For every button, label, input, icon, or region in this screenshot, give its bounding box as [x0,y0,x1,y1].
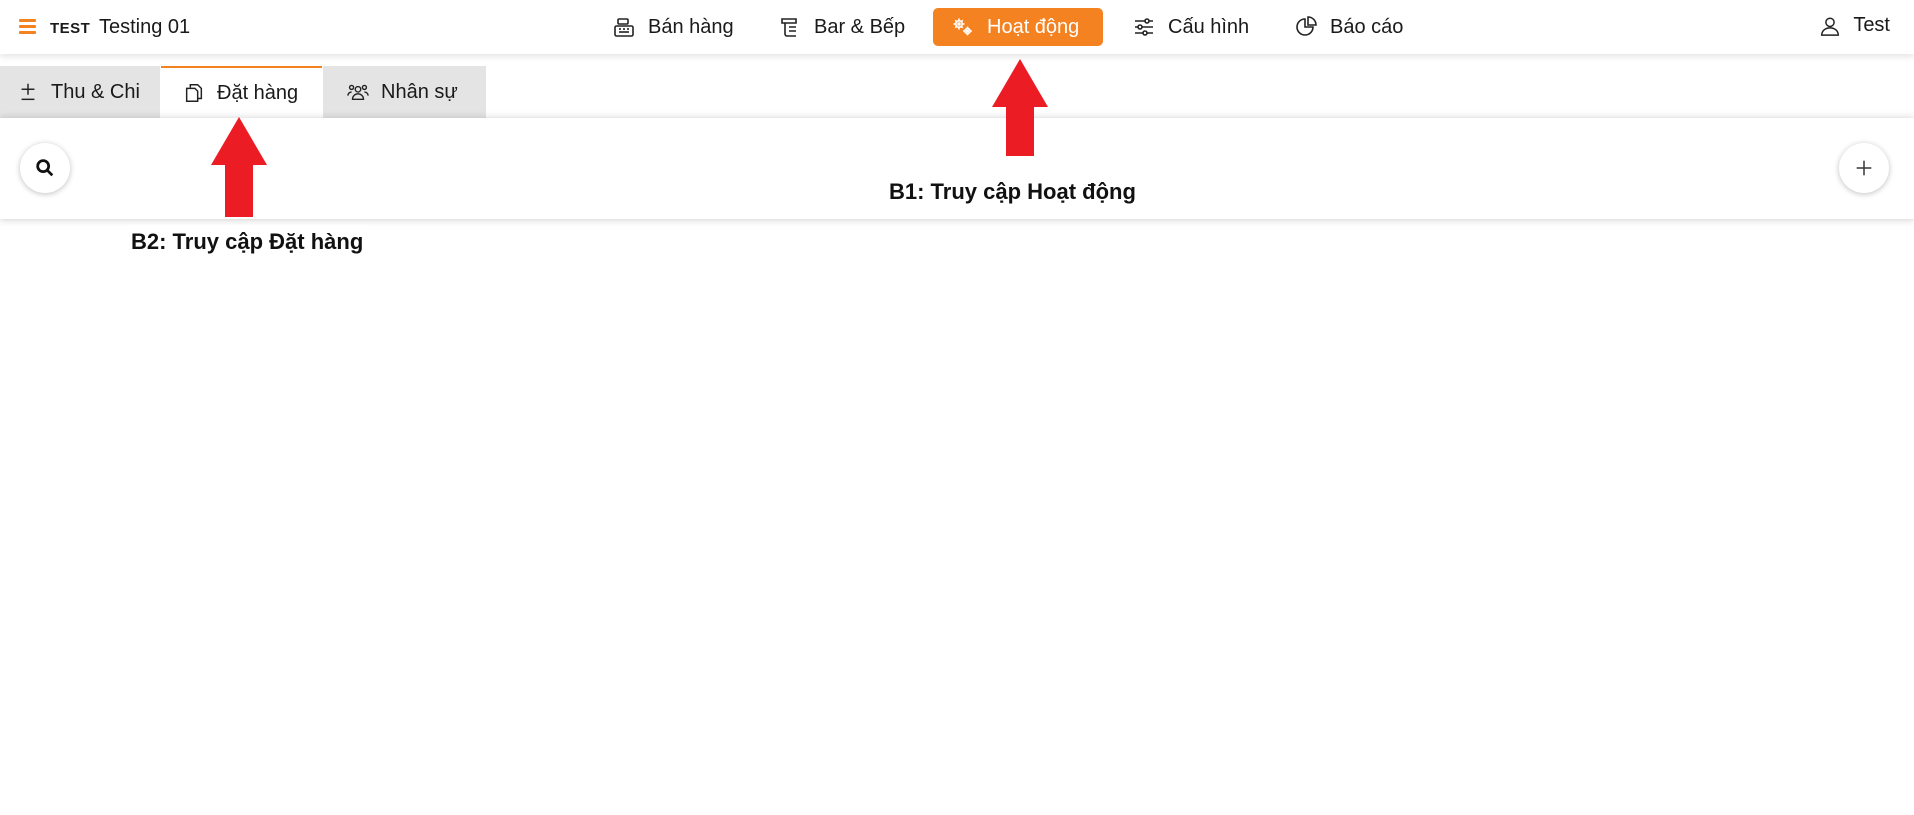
top-navbar: TEST Testing 01 Bán hàng Bar & Bếp Hoạt … [0,0,1914,54]
sliders-icon [1135,18,1153,36]
tab-dat-hang-label: Đặt hàng [217,81,299,104]
arrow-step1-icon [992,59,1048,156]
plus-icon [1856,160,1872,176]
nav-ban-hang[interactable]: Bán hàng [612,8,734,46]
user-menu[interactable]: Test [1819,14,1890,37]
nav-bar-bep[interactable]: Bar & Bếp [778,8,905,46]
plus-minus-icon [21,83,35,101]
nav-hoat-dong-label: Hoạt động [987,15,1080,38]
store-name: Testing 01 [99,16,191,38]
documents-icon [185,84,203,102]
brand-label: TEST [50,20,91,37]
arrow-step2-icon [211,117,267,217]
user-icon [1821,16,1840,36]
annotation-step1: B1: Truy cập Hoạt động [885,175,1140,209]
annotation-step2: B2: Truy cập Đặt hàng [127,225,368,259]
add-button[interactable] [1839,143,1889,193]
nav-bar-bep-label: Bar & Bếp [814,15,906,38]
nav-cau-hinh[interactable]: Cấu hình [1132,8,1249,46]
kitchen-icon [781,18,797,37]
gears-icon [953,18,972,36]
user-name: Test [1853,14,1890,36]
nav-hoat-dong[interactable]: Hoạt động [933,8,1103,46]
nav-bao-cao-label: Báo cáo [1330,15,1404,38]
search-icon [36,159,54,177]
nav-ban-hang-label: Bán hàng [648,15,734,38]
nav-cau-hinh-label: Cấu hình [1168,15,1250,38]
tab-nhan-su[interactable]: Nhân sự [323,66,486,118]
users-icon [347,84,369,101]
hamburger-menu-icon[interactable] [19,19,36,34]
nav-bao-cao[interactable]: Báo cáo [1294,8,1403,46]
tab-dat-hang[interactable]: Đặt hàng [161,66,322,118]
cash-register-icon [614,18,634,37]
search-button[interactable] [20,143,70,193]
tab-thu-chi[interactable]: Thu & Chi [0,66,160,118]
tab-thu-chi-label: Thu & Chi [51,80,140,103]
tab-nhan-su-label: Nhân sự [381,80,458,103]
pie-chart-icon [1296,16,1317,36]
